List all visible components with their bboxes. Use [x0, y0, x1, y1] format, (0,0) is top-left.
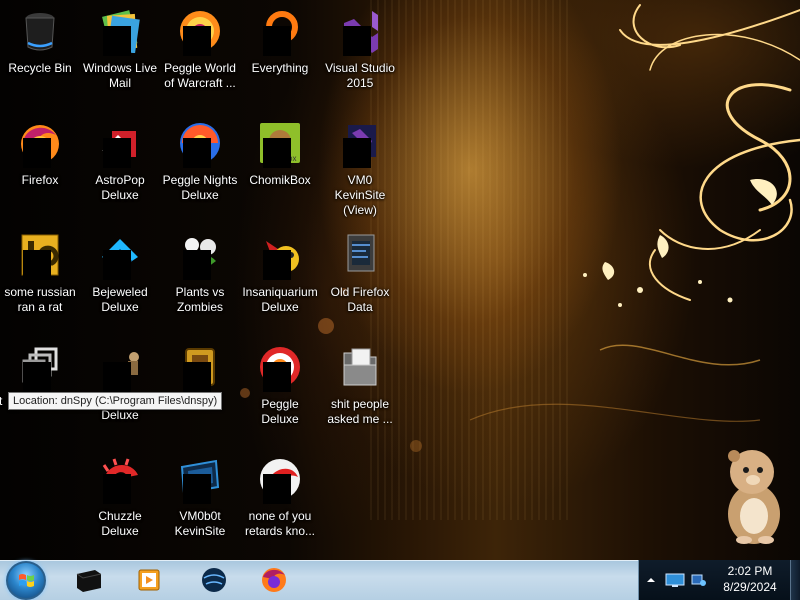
desktop-icon-insaniquarium-deluxe[interactable]: Insaniquarium Deluxe: [241, 228, 319, 332]
desktop-icon-windows-live-mail[interactable]: Windows Live Mail: [81, 4, 159, 108]
desktop-icon-peggle-nights-deluxe[interactable]: Peggle Nights Deluxe: [161, 116, 239, 220]
desktop-icon-label: Peggle Nights Deluxe: [162, 173, 238, 202]
desktop-icon-vm0b0t-kevinsite[interactable]: VM0b0t KevinSite: [161, 452, 239, 556]
chevron-up-icon[interactable]: [646, 575, 656, 585]
desktop-icon-label: Everything: [251, 61, 309, 75]
desktop-icon-label: Windows Live Mail: [82, 61, 158, 90]
desktop-icon-label: Deluxe: [101, 408, 139, 422]
taskbar-pinned-globe[interactable]: [187, 563, 237, 598]
desktop-icon-shit-people-asked-me[interactable]: shit people asked me ...: [321, 340, 399, 444]
desktop-icon-plants-vs-zombies[interactable]: Plants vs Zombies: [161, 228, 239, 332]
desktop-icon-peggle-deluxe[interactable]: Peggle Deluxe: [241, 340, 319, 444]
taskbar-pinned-firefox[interactable]: [247, 563, 297, 598]
monitor-app-icon: [76, 570, 102, 592]
desktop-icon-label: ChomikBox: [249, 173, 311, 187]
desktop-icon-firefox[interactable]: Firefox: [1, 116, 79, 220]
desktop-icon-none-of-you[interactable]: none of you retards kno...: [241, 452, 319, 556]
desktop-icon-label: Insaniquarium Deluxe: [242, 285, 318, 314]
desktop-icon-bejeweled-deluxe[interactable]: Bejeweled Deluxe: [81, 228, 159, 332]
location-tooltip: Location: dnSpy (C:\Program Files\dnspy): [8, 392, 223, 410]
media-player-icon: [138, 569, 160, 591]
folder-icon: [343, 348, 377, 386]
desktop-icon-label: none of you retards kno...: [244, 509, 316, 538]
desktop-icon-label: VM0b0t KevinSite: [174, 509, 226, 538]
recycle-bin-icon: [25, 13, 55, 51]
desktop-icon-label: AstroPop Deluxe: [95, 173, 145, 202]
desktop-icon-label: Firefox: [21, 173, 59, 187]
desktop-icon-label: Peggle Deluxe: [261, 397, 299, 426]
network-tray-icon[interactable]: [690, 572, 708, 588]
desktop-icon-label: Chuzzle Deluxe: [98, 509, 142, 538]
globe-icon: [202, 568, 226, 592]
desktop-icon-vm0-kevinsite-view[interactable]: VM0 KevinSite (View): [321, 116, 399, 220]
desktop-icon-visual-studio-2015[interactable]: Visual Studio 2015: [321, 4, 399, 108]
desktop-icon-label: VM0 KevinSite (View): [334, 173, 386, 217]
desktop-icon-recycle-bin[interactable]: Recycle Bin: [1, 4, 79, 108]
desktop-icon-label: Recycle Bin: [8, 61, 72, 75]
desktop-icon-label: Bejeweled Deluxe: [92, 285, 148, 314]
clock-time: 2:02 PM: [727, 564, 773, 578]
desktop-icon-label: Plants vs Zombies: [175, 285, 225, 314]
clock-date: 8/29/2024: [723, 580, 777, 594]
folder-icon: [347, 234, 375, 272]
start-button[interactable]: [6, 561, 46, 600]
desktop-icon-label: Visual Studio 2015: [325, 61, 395, 90]
desktop-icon-some-russian-ran-a-rat[interactable]: some russian ran a rat: [1, 228, 79, 332]
desktop-icon-astropop-deluxe[interactable]: AstroPop Deluxe: [81, 116, 159, 220]
desktop-icon-label: shit people asked me ...: [327, 397, 393, 426]
desktop-icon-chomikbox[interactable]: ox ChomikBox: [241, 116, 319, 220]
hamster-gadget-icon[interactable]: [716, 436, 788, 546]
firefox-icon: [262, 568, 286, 592]
taskbar-pinned-media-player[interactable]: [122, 563, 172, 598]
monitor-tray-icon[interactable]: [664, 572, 686, 588]
desktop-icon-peggle-world-of-warcraft[interactable]: Peggle World of Warcraft ...: [161, 4, 239, 108]
windows-start-icon: [19, 574, 34, 587]
desktop-icon-everything[interactable]: Everything: [241, 4, 319, 108]
show-desktop-button[interactable]: [790, 560, 800, 600]
desktop-icon-old-firefox-data[interactable]: Old Firefox Data: [321, 228, 399, 332]
desktop-icon-label: some russian ran a rat: [4, 285, 76, 314]
desktop-icon-label: Peggle World of Warcraft ...: [164, 61, 236, 90]
tray-clock[interactable]: 2:02 PM 8/29/2024: [712, 563, 788, 595]
desktop-background: Recycle Bin Firefox some russian ran a r…: [0, 0, 800, 560]
taskbar-pinned-monitor-app[interactable]: [62, 563, 112, 598]
desktop-icon-label: Old Firefox Data: [330, 285, 390, 314]
desktop-icon-chuzzle-deluxe[interactable]: Chuzzle Deluxe: [81, 452, 159, 556]
